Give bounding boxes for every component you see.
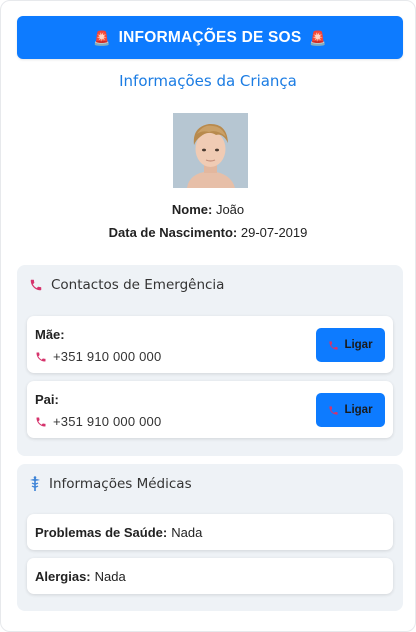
medical-info-title: Informações Médicas <box>49 476 192 492</box>
contact-phone-line: +351 910 000 000 <box>35 414 161 429</box>
child-dob-value: 29-07-2019 <box>240 225 308 240</box>
phone-icon <box>30 279 42 291</box>
emergency-contacts-header: Contactos de Emergência <box>29 277 224 293</box>
sos-header-button[interactable]: 🚨 INFORMAÇÕES DE SOS 🚨 <box>17 16 403 59</box>
emergency-contacts-card: Contactos de Emergência Mãe: +351 910 00… <box>17 265 403 456</box>
allergies-label: Alergias: <box>35 568 91 584</box>
call-button-label: Ligar <box>344 339 373 351</box>
contact-name: Pai: <box>35 392 59 407</box>
child-photo <box>173 113 248 188</box>
child-name-line: Nome: João <box>0 202 416 217</box>
siren-icon: 🚨 <box>309 29 327 46</box>
contact-phone-line: +351 910 000 000 <box>35 349 161 364</box>
phone-icon <box>329 340 339 350</box>
child-name-value: João <box>215 202 245 217</box>
contact-row-father: Pai: +351 910 000 000 Ligar <box>27 381 393 438</box>
caduceus-icon <box>30 476 40 491</box>
medical-info-card: Informações Médicas Problemas de Saúde: … <box>17 464 403 611</box>
child-dob-line: Data de Nascimento: 29-07-2019 <box>0 225 416 240</box>
allergies-row: Alergias: Nada <box>27 558 393 594</box>
call-father-button[interactable]: Ligar <box>316 393 385 427</box>
child-dob-label: Data de Nascimento: <box>108 225 238 240</box>
child-name-label: Nome: <box>171 202 213 217</box>
call-mother-button[interactable]: Ligar <box>316 328 385 362</box>
contact-phone-number: +351 910 000 000 <box>53 414 162 429</box>
emergency-contacts-title: Contactos de Emergência <box>51 277 225 293</box>
health-problems-value: Nada <box>171 524 203 540</box>
contact-row-mother: Mãe: +351 910 000 000 Ligar <box>27 316 393 373</box>
allergies-value: Nada <box>94 568 126 584</box>
contact-name: Mãe: <box>35 327 65 342</box>
phone-icon <box>36 417 46 426</box>
child-info-title: Informações da Criança <box>119 72 297 90</box>
medical-info-header: Informações Médicas <box>29 476 192 492</box>
siren-icon: 🚨 <box>92 29 111 46</box>
phone-icon <box>36 352 46 361</box>
phone-icon <box>329 405 339 415</box>
health-problems-label: Problemas de Saúde: <box>35 524 168 540</box>
contact-phone-number: +351 910 000 000 <box>53 349 162 364</box>
call-button-label: Ligar <box>344 404 373 416</box>
health-problems-row: Problemas de Saúde: Nada <box>27 514 393 550</box>
sos-header-title: INFORMAÇÕES DE SOS <box>118 28 302 46</box>
